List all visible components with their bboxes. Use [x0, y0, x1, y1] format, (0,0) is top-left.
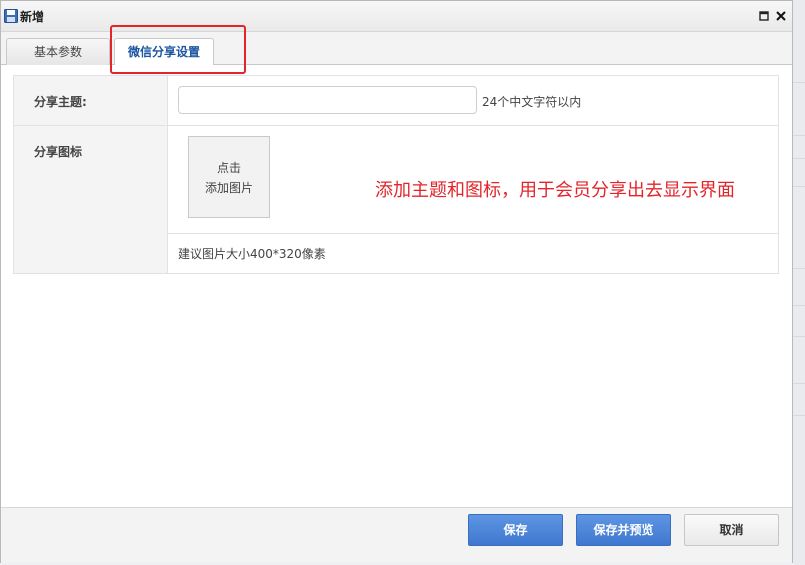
annotation-highlight-box	[110, 25, 246, 74]
dialog-title: 新增	[20, 10, 45, 24]
save-button[interactable]: 保存	[468, 514, 563, 546]
share-title-label: 分享主题:	[34, 95, 87, 109]
row-divider	[14, 125, 778, 126]
annotation-text: 添加主题和图标，用于会员分享出去显示界面	[375, 180, 735, 201]
share-title-input[interactable]	[178, 86, 477, 114]
image-size-note: 建议图片大小400*320像素	[178, 247, 326, 261]
dialog-window: 新增 基本参数 微信分享设置 分享主题: 24个中文字符以内 分享图标 点击 添…	[0, 0, 793, 563]
tab-basic-params[interactable]: 基本参数	[6, 38, 110, 65]
upload-text-line1: 点击	[216, 161, 241, 175]
save-disk-icon	[4, 9, 18, 23]
save-and-preview-button[interactable]: 保存并预览	[576, 514, 671, 546]
upload-text-line2: 添加图片	[204, 181, 253, 195]
maximize-icon[interactable]	[758, 10, 770, 22]
cancel-button[interactable]: 取消	[684, 514, 779, 546]
share-icon-label: 分享图标	[34, 145, 83, 159]
close-icon[interactable]	[775, 10, 787, 22]
row-divider	[168, 233, 778, 234]
dialog-footer: 保存 保存并预览 取消	[1, 507, 792, 563]
share-title-hint: 24个中文字符以内	[482, 95, 582, 109]
tab-content: 分享主题: 24个中文字符以内 分享图标 点击 添加图片 建议图片大小400*3…	[1, 65, 792, 507]
share-settings-form: 分享主题: 24个中文字符以内 分享图标 点击 添加图片 建议图片大小400*3…	[13, 75, 779, 274]
add-image-button[interactable]: 点击 添加图片	[188, 136, 270, 218]
background-page-strip	[793, 0, 805, 565]
